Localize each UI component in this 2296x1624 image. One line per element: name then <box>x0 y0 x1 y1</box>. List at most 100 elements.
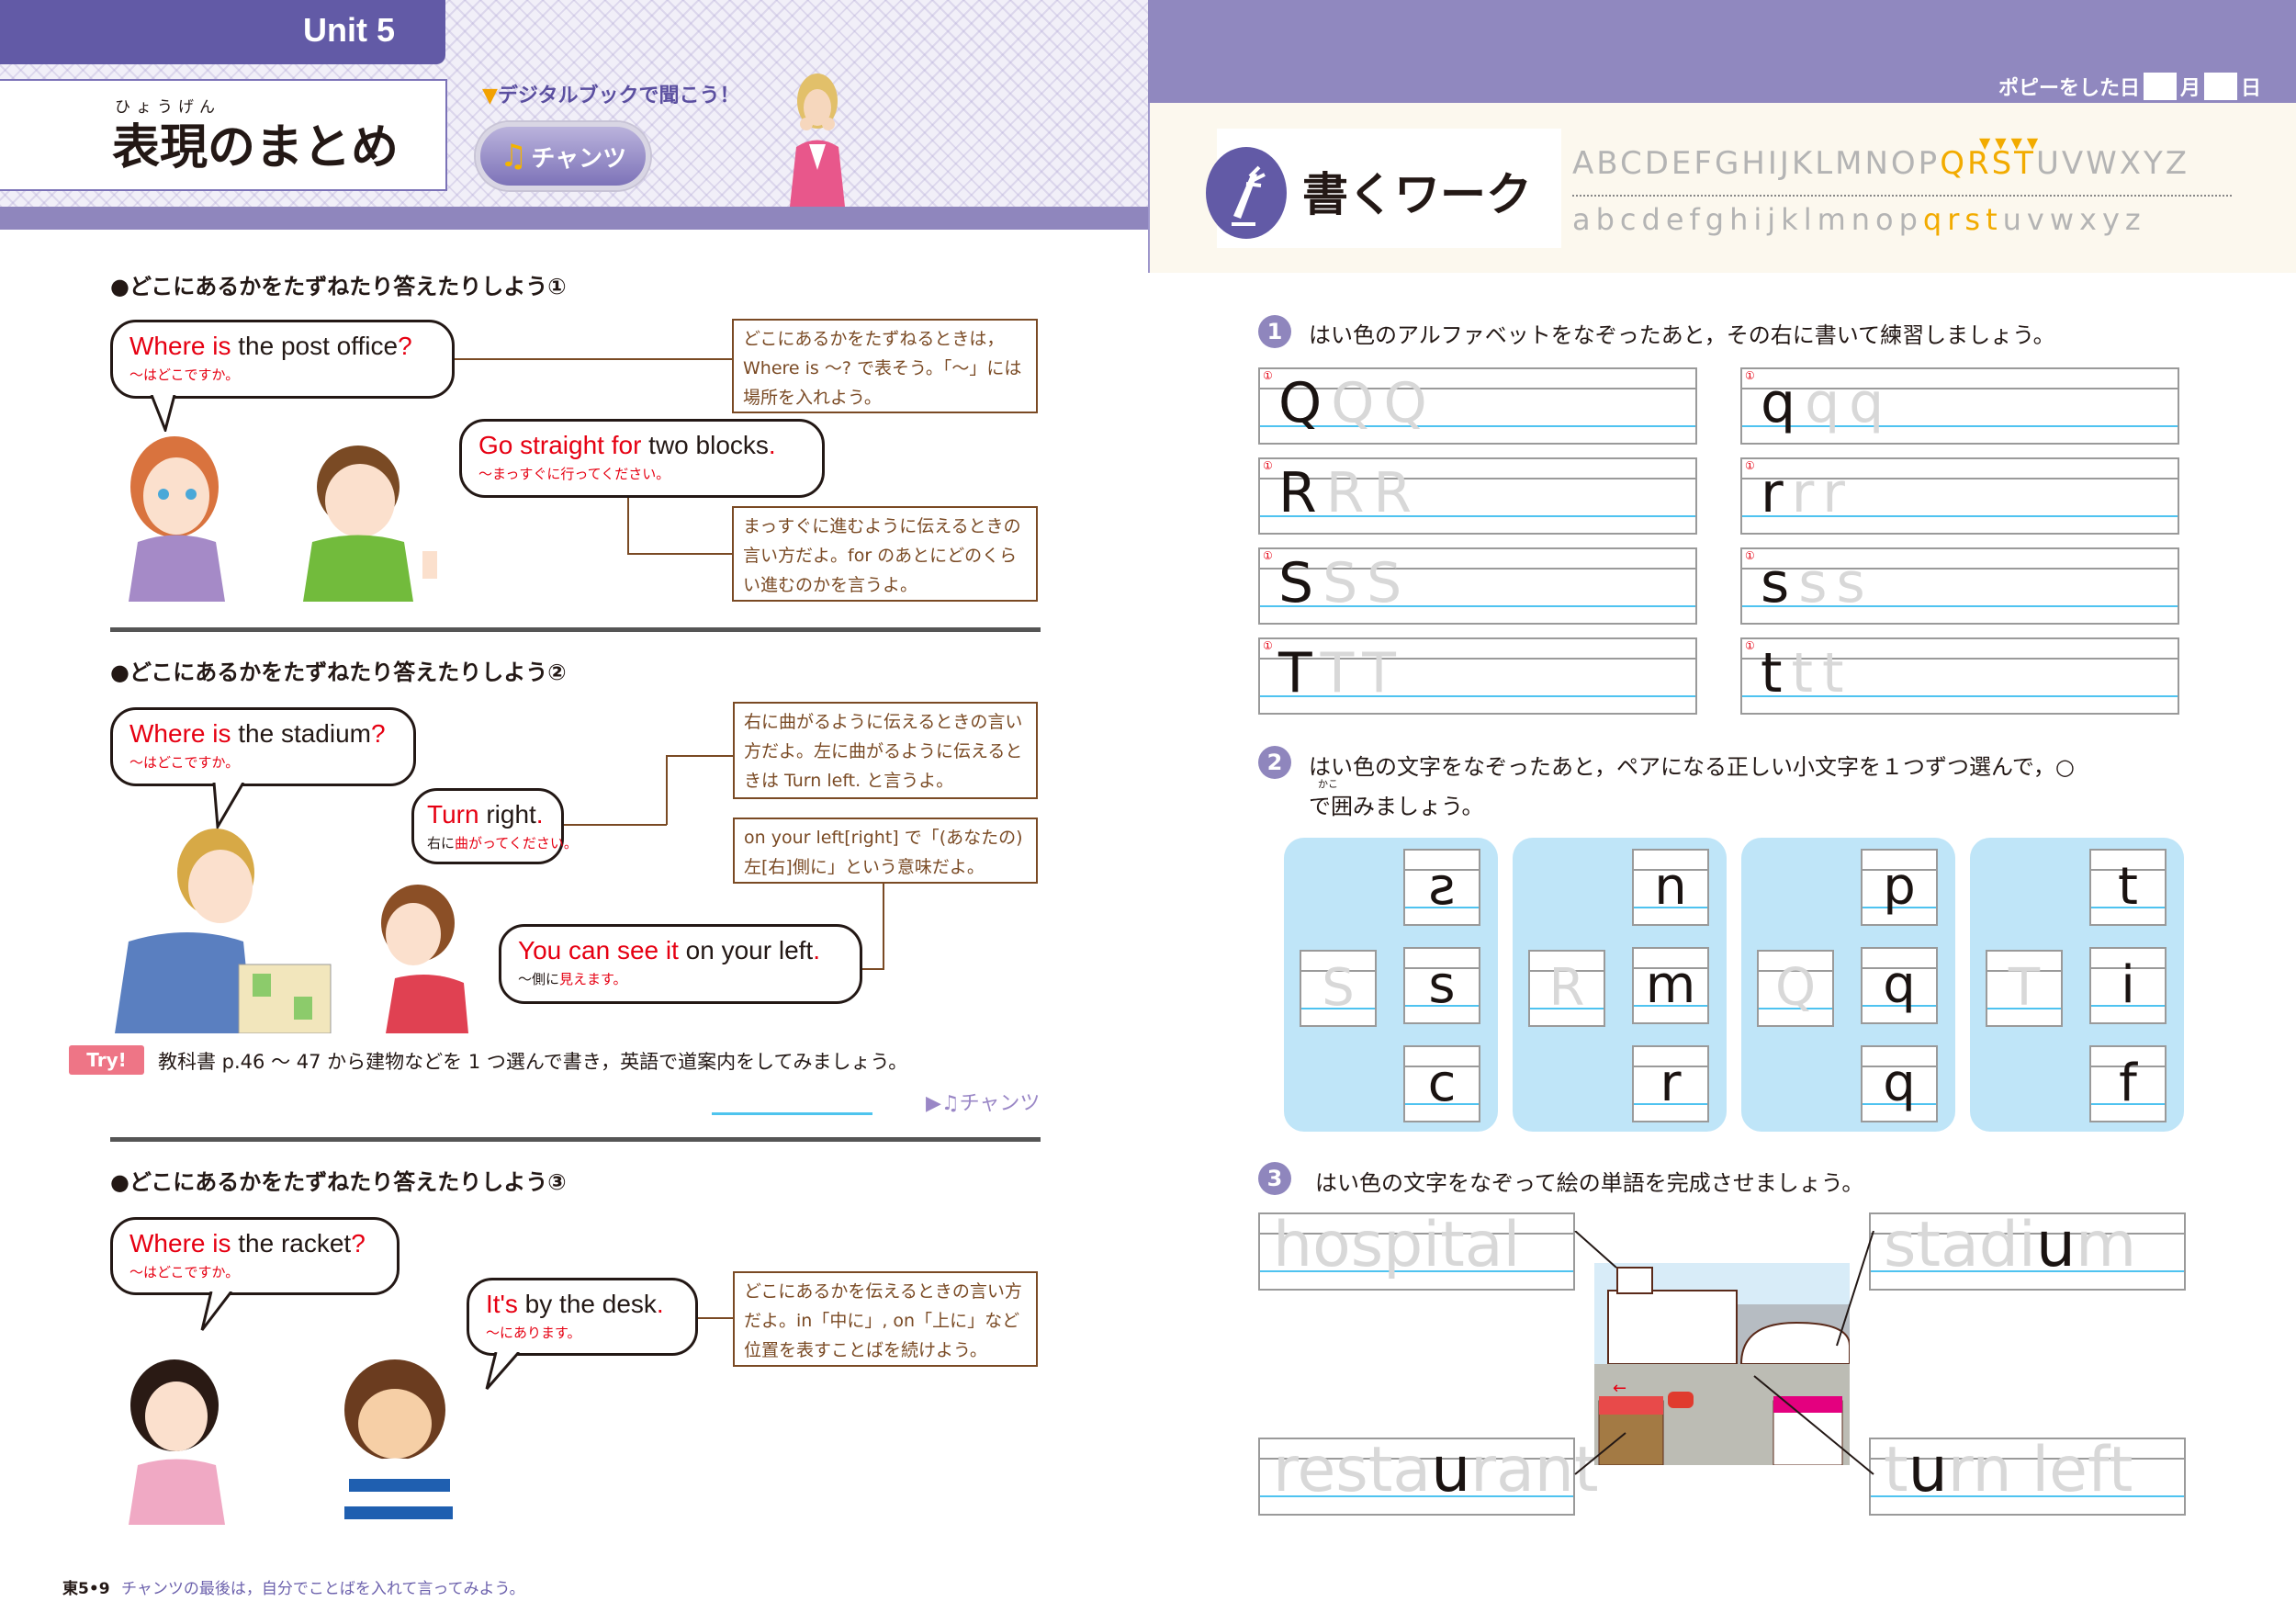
practice-row-upper[interactable]: TTT ① <box>1258 637 1697 715</box>
connector-line <box>627 553 732 555</box>
stroke-order-marker: ① <box>1745 549 1755 562</box>
letter: R <box>1548 958 1585 1018</box>
bubble-jp: ～はどこですか。 <box>129 367 240 383</box>
letter: f <box>2119 1054 2137 1113</box>
practice-row-upper[interactable]: SSS ① <box>1258 547 1697 625</box>
trace-uppercase[interactable]: Q <box>1757 950 1834 1027</box>
bubble-en-end: . <box>656 1290 664 1318</box>
practice-row-lower[interactable]: ttt ① <box>1740 637 2179 715</box>
bubble-en-red: You can see it <box>518 936 679 964</box>
lowercase-option[interactable]: s <box>1403 947 1480 1024</box>
lowercase-option[interactable]: f <box>2089 1045 2167 1122</box>
lowercase-option[interactable]: n <box>1632 849 1709 926</box>
trace-letters: TT <box>1320 641 1405 705</box>
month-input[interactable] <box>2143 73 2177 100</box>
try-answer-line[interactable] <box>712 1112 872 1115</box>
bubble-en-end: . <box>535 800 544 829</box>
alphabet-lowercase: abcdefghijklmnopqrstuvwxyz <box>1572 202 2146 237</box>
letter: Q <box>1774 958 1817 1018</box>
trace-uppercase[interactable]: R <box>1528 950 1605 1027</box>
lowercase-option[interactable]: q <box>1861 1045 1938 1122</box>
connector-line <box>666 755 668 825</box>
model-letter: r <box>1761 461 1792 525</box>
try-instruction: 教科書 p.46 ～ 47 から建物などを 1 つ選んで書き，英語で道案内をして… <box>158 1051 908 1073</box>
q3-connector-lines <box>1574 1231 1874 1475</box>
boy-illustration <box>303 445 437 602</box>
connector-line <box>455 358 732 360</box>
explanation-note: 右に曲がるように伝えるときの言い方だよ。左に曲がるように伝えるときは Turn … <box>733 702 1038 799</box>
lowercase-option[interactable]: ƨ <box>1403 849 1480 926</box>
practice-row-lower[interactable]: sss ① <box>1740 547 2179 625</box>
alpha-lower-before: abcdefghijklmnop <box>1572 202 1923 237</box>
letter: m <box>1645 955 1696 1015</box>
day-input[interactable] <box>2203 73 2237 100</box>
practice-letters: sss <box>1761 555 1874 612</box>
digital-note-text: デジタルブックで聞こう！ <box>497 85 740 107</box>
word-letters: restaurant <box>1273 1438 1599 1504</box>
footer-note: チャンツの最後は，自分でことばを入れて言ってみよう。 <box>121 1580 525 1598</box>
word-trace-box[interactable]: restaurant <box>1258 1438 1599 1516</box>
stroke-order-marker: ① <box>1745 369 1755 382</box>
word-trace-box[interactable]: hospital <box>1258 1212 1575 1291</box>
practice-letters: TTT <box>1278 645 1405 702</box>
lowercase-option[interactable]: m <box>1632 947 1709 1024</box>
question-number-2: 2 <box>1258 746 1291 779</box>
speech-bubble-where-stadium: Where is the stadium? ～はどこですか。 <box>110 707 416 786</box>
speech-bubble-go-straight: Go straight for two blocks. ～まっすぐに行ってくださ… <box>459 419 825 498</box>
lowercase-option[interactable]: i <box>2089 947 2167 1024</box>
explanation-note: どこにあるかをたずねるときは，Where is ～? で表そう。「～」には場所を… <box>732 319 1038 413</box>
speech-bubble-where-post-office: Where is the post office? ～はどこですか。 <box>110 320 455 399</box>
letter: i <box>2121 955 2135 1015</box>
triangle-down-icon: ▼ <box>482 85 498 107</box>
practice-letters: RRR <box>1278 465 1421 522</box>
trace-letters: QQ <box>1331 371 1436 435</box>
model-letter: q <box>1761 371 1806 435</box>
alphabet-uppercase: ABCDEFGHIJKLMNOPQRSTUVWXYZ <box>1572 145 2189 182</box>
letter: n <box>1654 857 1687 917</box>
connector-line <box>698 1317 733 1319</box>
lowercase-option[interactable]: t <box>2089 849 2167 926</box>
choice-card: Rnmr <box>1513 838 1727 1132</box>
practice-row-lower[interactable]: rrr ① <box>1740 457 2179 535</box>
section-heading-2: ●どこにあるかをたずねたり答えたりしよう② <box>110 660 567 685</box>
question-number-3: 3 <box>1258 1162 1291 1195</box>
trace-uppercase[interactable]: T <box>1986 950 2063 1027</box>
speech-bubble-you-can-see-it: You can see it on your left. ～側に見えます。 <box>499 924 862 1004</box>
alpha-upper-highlight: QRST <box>1940 145 2036 182</box>
bubble-jp: ～はどこですか。 <box>129 1264 240 1280</box>
lowercase-option[interactable]: r <box>1632 1045 1709 1122</box>
practice-row-upper[interactable]: QQQ ① <box>1258 367 1697 445</box>
chant-link[interactable]: ▶♫チャンツ <box>926 1087 1040 1116</box>
speech-bubble-where-racket: Where is the racket? ～はどこですか。 <box>110 1217 400 1295</box>
stroke-order-marker: ① <box>1745 459 1755 472</box>
girl-pink-illustration <box>129 1359 225 1525</box>
letter: p <box>1883 857 1916 917</box>
trace-uppercase[interactable]: S <box>1300 950 1377 1027</box>
lowercase-option[interactable]: p <box>1861 849 1938 926</box>
letter: ƨ <box>1428 857 1456 917</box>
lowercase-option[interactable]: q <box>1861 947 1938 1024</box>
practice-row-upper[interactable]: RRR ① <box>1258 457 1697 535</box>
speech-bubble-turn-right: Turn right. 右に曲がってください。 <box>411 788 578 864</box>
question-2-instruction: はい色の文字をなぞったあと，ペアになる正しい小文字を１つずつ選んで，○ <box>1309 754 2075 780</box>
girl-pointing-illustration <box>381 885 468 1033</box>
lowercase-option[interactable]: c <box>1403 1045 1480 1122</box>
chant-button[interactable]: ♫ チャンツ <box>476 122 650 190</box>
section-divider <box>110 627 1041 632</box>
bubble-en: by the desk <box>517 1290 657 1318</box>
bubble-en-red: Turn <box>427 800 479 829</box>
practice-row-lower[interactable]: qqq ① <box>1740 367 2179 445</box>
model-letter: t <box>1761 641 1792 705</box>
model-letter: S <box>1278 551 1323 615</box>
bubble-en-red: It's <box>486 1290 518 1318</box>
digital-book-note: ▼デジタルブックで聞こう！ <box>482 79 739 108</box>
bubble-jp-black: ～側に <box>518 971 560 987</box>
bubble-en: the stadium <box>231 719 371 748</box>
bubble-en-end: ? <box>351 1229 366 1257</box>
alpha-lower-after: uvwxyz <box>2002 202 2146 237</box>
bubble-en-end: ? <box>398 332 412 360</box>
presenter-illustration <box>790 73 845 207</box>
letter: t <box>2118 857 2138 917</box>
stroke-order-marker: ① <box>1263 639 1273 652</box>
section-heading-1: ●どこにあるかをたずねたり答えたりしよう① <box>110 274 567 299</box>
